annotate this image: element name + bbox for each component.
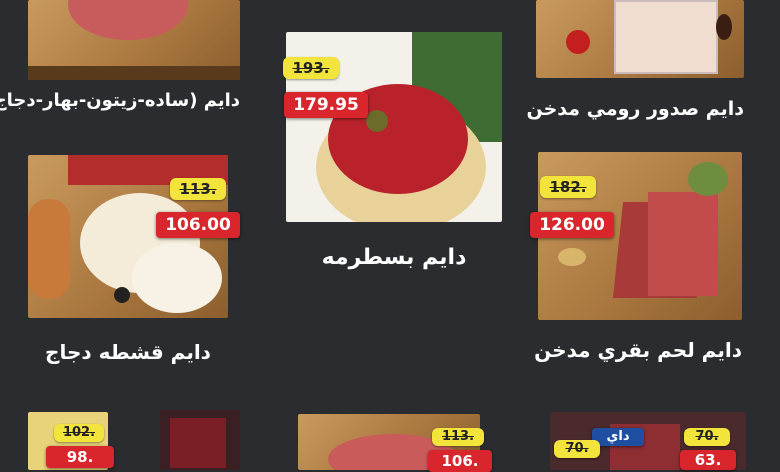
product-name-daim-turkey: دايم صدور رومي مدخن bbox=[526, 98, 745, 120]
product-image-daim-turkey bbox=[536, 0, 744, 78]
new-price-bottom-4: 63. bbox=[680, 450, 736, 470]
old-price-smoked-beef: 182. bbox=[540, 176, 596, 198]
new-price-bottom-1: 98. bbox=[46, 446, 114, 468]
new-price-bottom-3: 106. bbox=[428, 450, 492, 472]
old-price-bottom-1: 102. bbox=[54, 424, 104, 442]
tag-bottom-4: داي bbox=[592, 428, 644, 446]
new-price-pastrami: 179.95 bbox=[284, 92, 368, 118]
old-price-bottom-3: 113. bbox=[432, 428, 484, 446]
product-name-daim-assorted: دايم (ساده-زيتون-بهار-دجاج) bbox=[0, 90, 240, 111]
product-image-bottom-2 bbox=[160, 410, 240, 470]
product-image-daim-assorted bbox=[28, 0, 240, 80]
product-name-daim-chicken-cream: دايم قشطه دجاج bbox=[45, 340, 211, 364]
old-price-bottom-4b: 70. bbox=[684, 428, 730, 446]
old-price-pastrami: 193. bbox=[283, 57, 339, 79]
product-name-daim-smoked-beef: دايم لحم بقري مدخن bbox=[534, 338, 742, 362]
old-price-bottom-4a: 70. bbox=[554, 440, 600, 458]
old-price-chicken-cream: 113. bbox=[170, 178, 226, 200]
new-price-chicken-cream: 106.00 bbox=[156, 212, 240, 238]
new-price-smoked-beef: 126.00 bbox=[530, 212, 614, 238]
product-name-daim-pastrami: دايم بسطرمه bbox=[321, 245, 467, 270]
